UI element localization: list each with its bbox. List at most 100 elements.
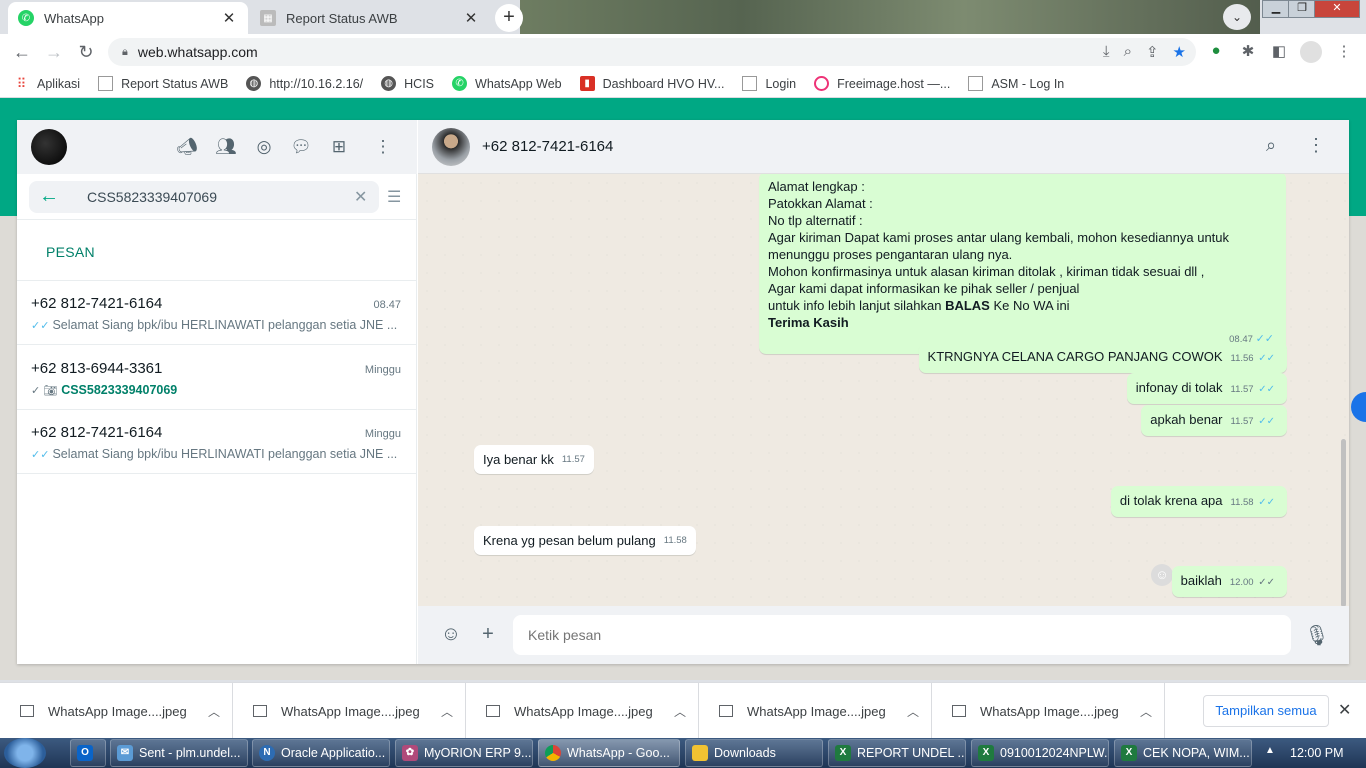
search-input[interactable] [87,189,347,205]
message-input[interactable] [513,615,1291,655]
bookmark-asm-login[interactable]: ASM - Log In [968,76,1064,91]
clear-search-icon[interactable]: ✕ [354,187,367,207]
scrollbar-thumb[interactable] [1341,439,1346,606]
install-app-icon[interactable]: ⤓ [1103,43,1110,61]
taskbar-item[interactable]: N Oracle Applicatio... [252,739,390,767]
double-check-icon: ✓✓ [31,449,50,461]
message-list[interactable]: Alamat lengkap : Patokkan Alamat : No tl… [418,174,1349,606]
message-bubble[interactable]: di tolak krena apa 11.58 ✓✓ [1110,486,1287,517]
bookmark-hcis[interactable]: ◍ HCIS [381,76,434,91]
close-downloads-icon[interactable]: ✕ [1338,700,1351,720]
reload-icon[interactable]: ↻ [74,40,98,64]
new-tab-button[interactable]: + [495,4,523,32]
my-avatar[interactable] [31,129,67,165]
message-line: Alamat lengkap : [768,179,865,194]
bookmark-apps[interactable]: ⠿ Aplikasi [14,76,80,91]
taskbar-item[interactable]: Downloads [685,739,823,767]
side-panel-toggle-button[interactable] [1351,392,1366,422]
chevron-up-icon[interactable]: ︿ [441,703,465,720]
message-bubble[interactable]: infonay di tolak 11.57 ✓✓ [1126,373,1287,404]
extension-green-icon[interactable]: ● [1205,42,1227,59]
taskbar-item[interactable]: WhatsApp - Goo... [538,739,680,767]
contact-avatar[interactable] [432,128,470,166]
back-arrow-icon[interactable]: ← [39,185,59,208]
message-bubble[interactable]: Krena yg pesan belum pulang 11.58 [474,526,696,555]
channels-icon[interactable]: 💬︎ [289,135,313,159]
chat-menu-icon[interactable]: ⋮ [1304,135,1328,156]
double-check-icon: ✓✓ [31,320,50,332]
filter-icon[interactable]: ☰ [387,187,401,207]
community-icon[interactable]: 👥︎ [214,135,238,159]
close-tab-icon[interactable]: ✕ [220,9,238,27]
profile-avatar-icon[interactable] [1300,41,1322,63]
taskbar-outlook-pinned[interactable]: O [70,739,106,767]
taskbar-item[interactable]: ✉ Sent - plm.undel... [110,739,248,767]
browser-menu-icon[interactable]: ⋮ [1333,42,1355,60]
bookmark-report-status-awb[interactable]: Report Status AWB [98,76,228,91]
lock-icon[interactable]: 🔒︎ [122,46,128,59]
system-clock[interactable]: 12:00 PM [1290,746,1344,760]
taskbar-label: Sent - plm.undel... [139,746,241,760]
tab-search-icon[interactable]: ⌄ [1223,4,1251,30]
extensions-puzzle-icon[interactable]: ✱ [1237,42,1259,60]
side-panel-icon[interactable]: ◧ [1268,42,1290,60]
message-bubble[interactable]: Iya benar kk 11.57 [474,445,594,474]
chat-header[interactable]: +62 812-7421-6164 ⌕ ⋮ [418,120,1349,174]
forward-icon[interactable]: → [42,40,66,64]
download-item[interactable]: WhatsApp Image....jpeg ︿ [466,683,699,739]
message-bubble[interactable]: Alamat lengkap : Patokkan Alamat : No tl… [759,174,1286,354]
contact-name[interactable]: +62 812-7421-6164 [482,138,613,155]
taskbar-item[interactable]: X CEK NOPA, WIM... [1114,739,1252,767]
bookmark-ip[interactable]: ◍ http://10.16.2.16/ [246,76,363,91]
taskbar-item[interactable]: ✿ MyORION ERP 9.... [395,739,533,767]
tab-whatsapp[interactable]: ✆ WhatsApp ✕ [8,2,248,34]
search-result[interactable]: +62 812-7421-6164 Minggu ✓✓ Selamat Siang… [17,410,417,474]
bookmark-star-icon[interactable]: ★ [1173,43,1186,61]
bookmark-login[interactable]: Login [742,76,796,91]
chevron-up-icon[interactable]: ︿ [674,703,698,720]
text-part: Ke No WA ini [989,298,1070,313]
attach-plus-icon[interactable]: + [475,623,501,646]
new-chat-icon[interactable]: ⊞ [327,135,351,159]
message-bubble[interactable]: apkah benar 11.57 ✓✓ [1141,405,1287,436]
chevron-up-icon[interactable]: ︿ [1140,703,1164,720]
bookmark-whatsapp-web[interactable]: ✆ WhatsApp Web [452,76,562,91]
message-bubble[interactable]: baiklah 12.00 ✓✓ [1171,566,1287,597]
menu-icon[interactable]: ⋮ [371,135,395,159]
reaction-emoji-icon[interactable]: ☺ [1151,564,1173,586]
close-tab-icon[interactable]: ✕ [462,9,480,27]
message-bubble[interactable]: KTRNGNYA CELANA CARGO PANJANG COWOK 11.56… [918,342,1287,373]
search-icon[interactable]: ⌕ [1259,135,1283,156]
tab-report-status-awb[interactable]: ▦ Report Status AWB ✕ [250,2,490,34]
excel-icon: X [978,745,994,761]
taskbar-item[interactable]: X 0910012024NPLW... [971,739,1109,767]
download-item[interactable]: WhatsApp Image....jpeg ︿ [932,683,1165,739]
back-icon[interactable]: ← [10,40,34,64]
chrome-icon [545,745,561,761]
bookmark-freeimage[interactable]: Freeimage.host —... [814,76,950,91]
show-all-downloads-button[interactable]: Tampilkan semua [1203,695,1329,727]
minimize-window-button[interactable]: ▁ [1262,0,1290,18]
search-result[interactable]: +62 813-6944-3361 Minggu ✓ 📷︎ CSS582333940… [17,346,417,410]
image-file-icon [952,705,966,717]
close-window-button[interactable]: ✕ [1314,0,1360,18]
start-button[interactable] [4,738,46,768]
download-item[interactable]: WhatsApp Image....jpeg ︿ [699,683,932,739]
maximize-window-button[interactable]: ❐ [1288,0,1316,18]
tray-expand-icon[interactable]: ▲ [1265,745,1275,756]
taskbar-item[interactable]: X REPORT UNDEL ... [828,739,966,767]
chevron-up-icon[interactable]: ︿ [208,703,232,720]
bookmark-dashboard-hvo[interactable]: ▮ Dashboard HVO HV... [579,76,724,91]
address-bar[interactable]: 🔒︎ web.whatsapp.com ⤓ ⌕ ⇪ ★ [108,38,1196,66]
microphone-icon[interactable]: 🎙︎ [1304,623,1330,648]
emoji-icon[interactable]: ☺ [438,623,464,646]
status-icon[interactable]: ◎ [252,135,276,159]
download-item[interactable]: WhatsApp Image....jpeg ︿ [233,683,466,739]
share-icon[interactable]: ⇪ [1146,43,1159,61]
page-icon [98,76,114,91]
search-result[interactable]: +62 812-7421-6164 08.47 ✓✓ Selamat Siang … [17,281,417,345]
communities-megaphone-icon[interactable]: 📣︎ [175,135,199,159]
download-item[interactable]: WhatsApp Image....jpeg ︿ [0,683,233,739]
chevron-up-icon[interactable]: ︿ [907,703,931,720]
zoom-icon[interactable]: ⌕ [1124,43,1132,61]
